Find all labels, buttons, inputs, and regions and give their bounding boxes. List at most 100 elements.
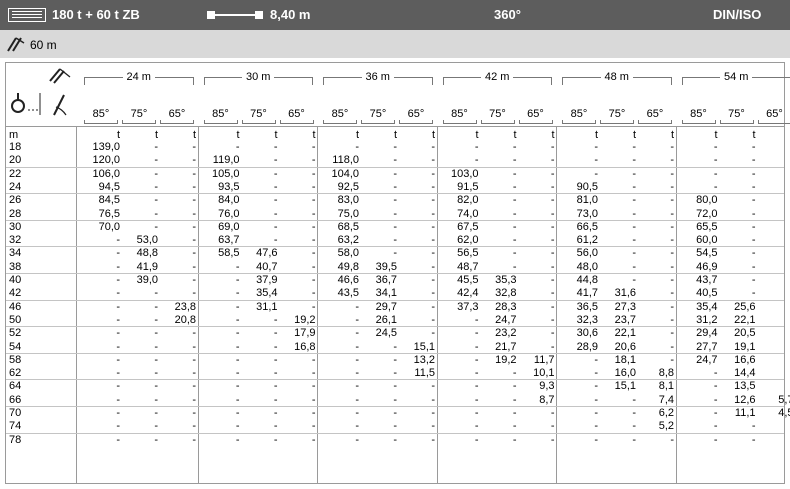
load-cell: 43,7 [696, 274, 718, 286]
load-cell: 24,7 [495, 313, 517, 326]
load-cell: - [192, 353, 196, 366]
load-cell: - [550, 220, 555, 233]
load-cell: - [713, 167, 718, 180]
load-cell: - [431, 433, 435, 446]
load-cell: 16,0 [614, 367, 636, 380]
load-cell: - [474, 141, 479, 153]
load-cell: - [512, 380, 517, 393]
load-cell: - [512, 220, 517, 233]
load-cell: - [670, 141, 674, 153]
load-cell: - [632, 247, 636, 260]
load-cell: 20,8 [174, 313, 196, 326]
load-cell: 8,1 [658, 380, 674, 393]
load-cell: - [235, 367, 240, 380]
load-unit: t [670, 129, 674, 141]
load-cell: - [273, 154, 278, 167]
load-cell: - [355, 420, 359, 433]
load-cell: - [594, 367, 598, 380]
main-boom-label: 36 m [361, 71, 394, 83]
counterweight-value: 180 t + 60 t ZB [52, 7, 140, 22]
load-cell: 54,5 [696, 247, 718, 260]
load-cell: - [594, 393, 598, 406]
load-cell: - [311, 260, 316, 273]
radius-cell: 54 [9, 340, 22, 353]
table-row: 22106,0--105,0--104,0--103,0-------- [6, 167, 790, 180]
load-cell: 106,0 [92, 167, 120, 180]
load-cell: - [512, 260, 517, 273]
load-cell: - [393, 433, 397, 446]
hook-radius-icon [11, 93, 41, 115]
load-cell: 48,8 [136, 247, 158, 260]
load-cell: - [116, 393, 120, 406]
load-cell: - [550, 420, 555, 433]
load-cell: - [393, 194, 397, 207]
load-cell: - [116, 313, 120, 326]
load-cell: - [550, 327, 555, 340]
boom-angle: 75° [598, 108, 636, 124]
load-cell: - [154, 367, 158, 380]
load-cell: - [431, 167, 435, 180]
boom-angle: 65° [517, 108, 555, 124]
boom-angle: 85° [82, 108, 120, 124]
load-cell: - [758, 301, 790, 313]
load-cell: 14,4 [734, 367, 756, 380]
load-unit: t [475, 129, 479, 141]
load-cell: - [355, 327, 359, 340]
load-cell: - [192, 327, 196, 340]
load-cell: - [758, 154, 790, 166]
load-cell: 41,7 [576, 287, 598, 300]
main-boom-length: 42 m [442, 71, 552, 85]
load-cell: - [273, 433, 278, 446]
load-unit: t [551, 129, 555, 141]
load-cell: 28,3 [495, 300, 517, 313]
load-cell: - [192, 340, 196, 353]
load-cell: - [751, 180, 756, 193]
main-boom-label: 54 m [720, 71, 753, 83]
load-cell: 83,0 [337, 194, 359, 207]
load-cell: - [431, 274, 435, 286]
boom-angle: 75° [718, 108, 756, 124]
load-unit: t [393, 129, 397, 141]
load-cell: 82,0 [457, 194, 479, 207]
boom-angle: 65° [158, 108, 196, 124]
load-cell: - [670, 194, 674, 207]
load-cell: 39,5 [375, 260, 397, 273]
load-cell: - [550, 260, 555, 273]
load-cell: - [512, 194, 517, 207]
radius-cell: 42 [9, 287, 22, 300]
radius-cell: 40 [9, 274, 22, 286]
load-cell: - [670, 287, 674, 300]
table-row: 74--------------5,2--- [6, 420, 790, 433]
load-cell: - [154, 300, 158, 313]
load-cell: - [311, 393, 316, 406]
load-cell: - [311, 207, 316, 220]
load-cell: 29,4 [696, 327, 718, 340]
load-cell: 65,5 [696, 220, 718, 233]
boom-angle: 85° [560, 108, 598, 124]
load-cell: - [355, 313, 359, 326]
table-row: 18139,0----------------- [6, 141, 790, 153]
load-cell: 103,0 [450, 167, 479, 180]
load-cell: 10,1 [533, 367, 555, 380]
radius-cell: 30 [9, 220, 22, 233]
load-cell: - [550, 247, 555, 260]
load-cell: - [594, 353, 598, 366]
load-cell: - [594, 154, 598, 167]
load-cell: - [550, 313, 555, 326]
load-cell: - [273, 141, 278, 153]
table-row: 2494,5--93,5--92,5--91,5--90,5----- [6, 180, 790, 193]
load-cell: - [550, 234, 555, 247]
load-cell: 36,5 [576, 300, 598, 313]
main-boom-label: 42 m [481, 71, 514, 83]
load-cell: 44,8 [576, 274, 598, 286]
load-cell: - [192, 141, 196, 153]
load-cell: - [632, 260, 636, 273]
load-cell: 76,0 [218, 207, 240, 220]
load-cell: 84,0 [218, 194, 240, 207]
load-cell: - [550, 340, 555, 353]
load-cell: - [192, 260, 196, 273]
main-boom-label: 30 m [242, 71, 275, 83]
load-cell: 35,3 [495, 274, 517, 286]
load-cell: - [393, 353, 397, 366]
table-row: 58--------13,2-19,211,7-18,1-24,716,6- [6, 353, 790, 366]
